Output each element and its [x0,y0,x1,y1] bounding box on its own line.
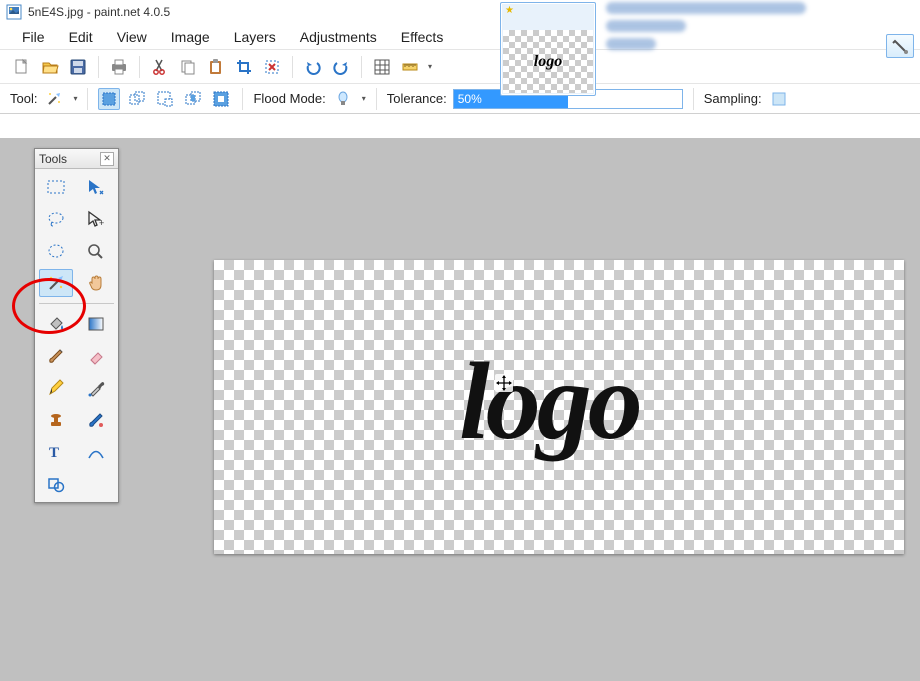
flood-mode-button[interactable] [332,88,354,110]
tool-text[interactable]: T [39,438,73,466]
canvas[interactable]: logo [214,260,904,554]
menu-layers[interactable]: Layers [222,25,288,49]
selection-intersect-button[interactable] [182,88,204,110]
document-thumbnail[interactable]: ★ logo [500,2,596,96]
move-cursor-icon [495,374,513,392]
selection-subtract-button[interactable] [154,88,176,110]
tool-eraser[interactable] [79,342,113,370]
redo-button[interactable] [329,55,353,79]
toolbar-separator [376,88,377,110]
paste-button[interactable] [204,55,228,79]
tool-paint-bucket[interactable] [39,310,73,338]
menu-effects[interactable]: Effects [389,25,456,49]
toolbar-separator [139,56,140,78]
settings-button[interactable] [886,34,914,58]
tool-clone-stamp[interactable] [39,406,73,434]
background-window-hint [606,2,856,62]
chevron-down-icon[interactable]: ▾ [73,94,77,103]
tools-grid: + T [35,169,118,502]
current-tool-icon[interactable] [43,88,65,110]
toolbar-separator [292,56,293,78]
tools-window-titlebar[interactable]: Tools ✕ [35,149,118,169]
tool-label: Tool: [10,91,37,106]
flood-mode-label: Flood Mode: [253,91,325,106]
toolbar-separator [242,88,243,110]
unsaved-indicator-icon: ★ [503,5,593,16]
thumbnail-preview: logo [503,30,593,93]
tool-ellipse-select[interactable] [39,237,73,265]
sampling-button[interactable] [768,88,790,110]
selection-invert-button[interactable] [210,88,232,110]
chevron-down-icon[interactable]: ▾ [362,94,366,103]
tool-pencil[interactable] [39,374,73,402]
toolbar-separator [98,56,99,78]
undo-button[interactable] [301,55,325,79]
selection-add-button[interactable] [126,88,148,110]
tolerance-label: Tolerance: [387,91,447,106]
tool-lasso-select[interactable] [39,205,73,233]
tool-separator [39,303,114,304]
grid-toggle-button[interactable] [370,55,394,79]
tool-zoom[interactable] [79,237,113,265]
tool-options-bar: Tool: ▾ Flood Mode: ▾ Tolerance: 50% Sam… [0,84,920,114]
tools-window[interactable]: Tools ✕ + T [34,148,119,503]
menu-adjustments[interactable]: Adjustments [288,25,389,49]
menu-image[interactable]: Image [159,25,222,49]
window-title: 5nE4S.jpg - paint.net 4.0.5 [28,5,170,19]
tool-gradient[interactable] [79,310,113,338]
document-thumbnail-strip: ★ logo [500,0,596,100]
tool-move-selected-pixels[interactable]: + [79,205,113,233]
tool-recolor[interactable] [79,406,113,434]
svg-text:+: + [99,218,104,228]
print-button[interactable] [107,55,131,79]
cut-button[interactable] [148,55,172,79]
tool-shapes[interactable] [39,470,73,498]
sampling-label: Sampling: [704,91,762,106]
close-icon[interactable]: ✕ [100,152,114,166]
canvas-content-text: logo [459,338,639,465]
chevron-down-icon[interactable]: ▾ [428,62,432,71]
copy-button[interactable] [176,55,200,79]
app-icon [6,4,22,20]
save-button[interactable] [66,55,90,79]
new-file-button[interactable] [10,55,34,79]
toolbar-separator [87,88,88,110]
tool-rectangle-select[interactable] [39,173,73,201]
tool-magic-wand[interactable] [39,269,73,297]
tool-pan[interactable] [79,269,113,297]
open-file-button[interactable] [38,55,62,79]
toolbar-separator [361,56,362,78]
tool-line-curve[interactable] [79,438,113,466]
menu-file[interactable]: File [10,25,57,49]
tool-color-picker[interactable] [79,374,113,402]
tools-window-title: Tools [39,152,67,166]
deselect-button[interactable] [260,55,284,79]
tolerance-value: 50% [458,92,482,106]
ruler-toggle-button[interactable] [398,55,422,79]
tool-move-selection[interactable] [79,173,113,201]
toolbar-separator [693,88,694,110]
crop-button[interactable] [232,55,256,79]
svg-text:T: T [49,445,59,461]
tool-paintbrush[interactable] [39,342,73,370]
menu-edit[interactable]: Edit [57,25,105,49]
menu-view[interactable]: View [105,25,159,49]
selection-replace-button[interactable] [98,88,120,110]
